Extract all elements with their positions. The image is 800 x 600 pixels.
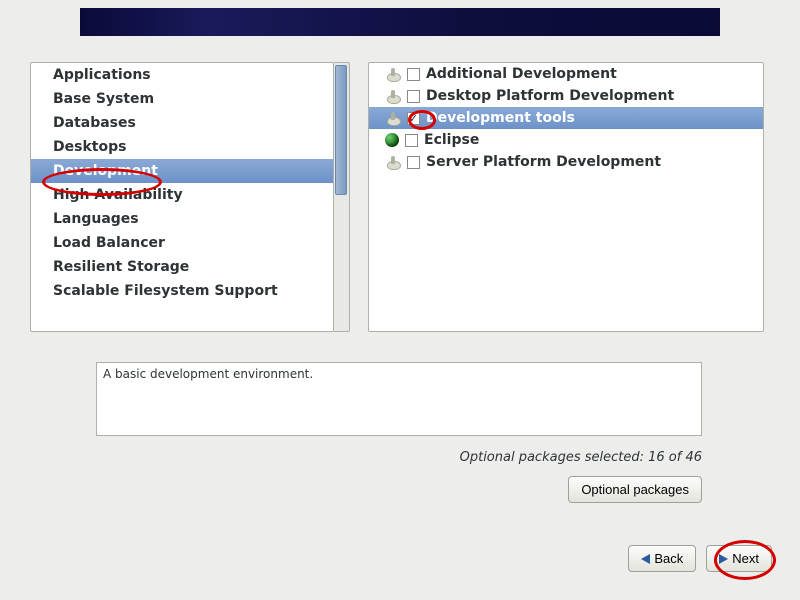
group-checkbox[interactable] [405,134,418,147]
package-icon [385,111,401,125]
category-item[interactable]: Scalable Filesystem Support [31,279,333,303]
group-label: Eclipse [424,132,479,148]
category-item[interactable]: Databases [31,111,333,135]
back-button[interactable]: Back [628,545,696,572]
group-item[interactable]: Eclipse [369,129,763,151]
group-list[interactable]: Additional Development Desktop Platform … [368,62,764,332]
package-icon [385,89,401,103]
category-scrollbar[interactable] [334,62,350,332]
group-item[interactable]: Desktop Platform Development [369,85,763,107]
category-item[interactable]: Base System [31,87,333,111]
category-item-development[interactable]: Development [31,159,333,183]
group-checkbox[interactable] [407,90,420,103]
status-text: Optional packages selected: 16 of 46 [460,450,702,465]
button-label: Back [654,551,683,566]
group-checkbox[interactable] [407,68,420,81]
next-button[interactable]: Next [706,545,772,572]
package-icon [385,155,401,169]
category-item[interactable]: Load Balancer [31,231,333,255]
arrow-left-icon [641,554,650,564]
optional-packages-button[interactable]: Optional packages [568,476,702,503]
category-item[interactable]: Desktops [31,135,333,159]
group-label: Server Platform Development [426,154,661,170]
category-item[interactable]: High Availability [31,183,333,207]
category-item[interactable]: Applications [31,63,333,87]
group-checkbox[interactable] [407,112,420,125]
group-item[interactable]: Server Platform Development [369,151,763,173]
group-item-development-tools[interactable]: Development tools [369,107,763,129]
group-label: Development tools [426,110,575,126]
group-checkbox[interactable] [407,156,420,169]
button-label: Next [732,551,759,566]
scroll-thumb[interactable] [335,65,347,195]
category-item[interactable]: Resilient Storage [31,255,333,279]
package-icon [385,67,401,81]
arrow-right-icon [719,554,728,564]
globe-icon [385,133,399,147]
button-label: Optional packages [581,482,689,497]
description-box: A basic development environment. [96,362,702,436]
category-list[interactable]: Applications Base System Databases Deskt… [30,62,334,332]
category-item[interactable]: Languages [31,207,333,231]
group-label: Desktop Platform Development [426,88,674,104]
header-banner [80,8,720,36]
group-item[interactable]: Additional Development [369,63,763,85]
group-label: Additional Development [426,66,617,82]
